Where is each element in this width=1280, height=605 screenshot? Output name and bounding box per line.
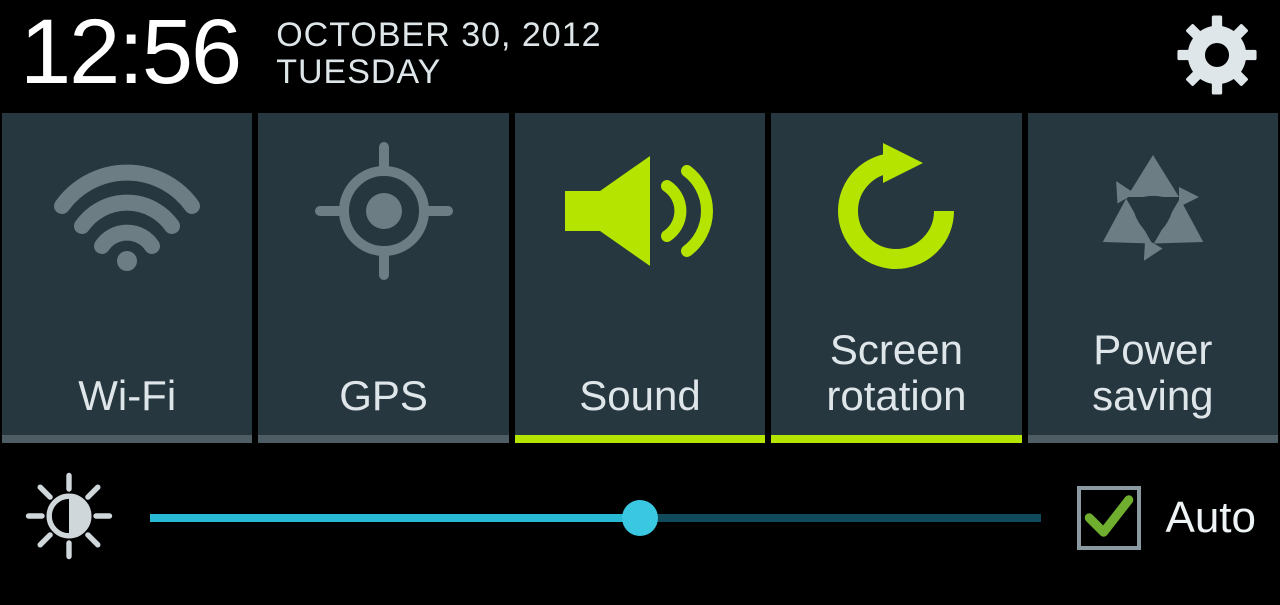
auto-brightness-group[interactable]: Auto	[1077, 486, 1256, 550]
brightness-icon	[24, 471, 114, 566]
clock-time: 12:56	[20, 6, 240, 98]
toggle-label: Sound	[579, 373, 700, 419]
auto-brightness-checkbox[interactable]	[1077, 486, 1141, 550]
checkmark-icon	[1082, 489, 1136, 548]
sound-icon	[555, 146, 725, 281]
auto-brightness-label: Auto	[1165, 493, 1256, 543]
toggle-wifi[interactable]: Wi-Fi	[2, 113, 252, 443]
rotation-icon	[826, 141, 966, 286]
slider-fill	[150, 514, 640, 522]
toggle-underline	[515, 435, 765, 443]
toggle-sound[interactable]: Sound	[515, 113, 765, 443]
toggle-gps[interactable]: GPS	[258, 113, 508, 443]
day-text: TUESDAY	[276, 53, 601, 92]
date-text: OCTOBER 30, 2012	[276, 16, 601, 55]
date-block: OCTOBER 30, 2012 TUESDAY	[276, 6, 601, 92]
quick-toggle-row: Wi-Fi GPS	[0, 113, 1280, 443]
toggle-label: Screen rotation	[826, 327, 966, 419]
slider-thumb[interactable]	[622, 500, 658, 536]
toggle-power-saving[interactable]: Power saving	[1028, 113, 1278, 443]
notification-header: 12:56 OCTOBER 30, 2012 TUESDAY	[0, 0, 1280, 105]
gps-icon	[314, 141, 454, 286]
toggle-underline	[258, 435, 508, 443]
toggle-screen-rotation[interactable]: Screen rotation	[771, 113, 1021, 443]
toggle-underline	[1028, 435, 1278, 443]
toggle-underline	[771, 435, 1021, 443]
toggle-label: GPS	[339, 373, 428, 419]
toggle-label: Wi-Fi	[78, 373, 176, 419]
wifi-icon	[52, 151, 202, 276]
toggle-label: Power saving	[1092, 327, 1213, 419]
toggle-underline	[2, 435, 252, 443]
brightness-slider[interactable]	[150, 514, 1041, 522]
recycle-icon	[1083, 141, 1223, 286]
brightness-row: Auto	[0, 443, 1280, 593]
settings-button[interactable]	[1174, 12, 1260, 98]
gear-icon	[1174, 12, 1260, 98]
